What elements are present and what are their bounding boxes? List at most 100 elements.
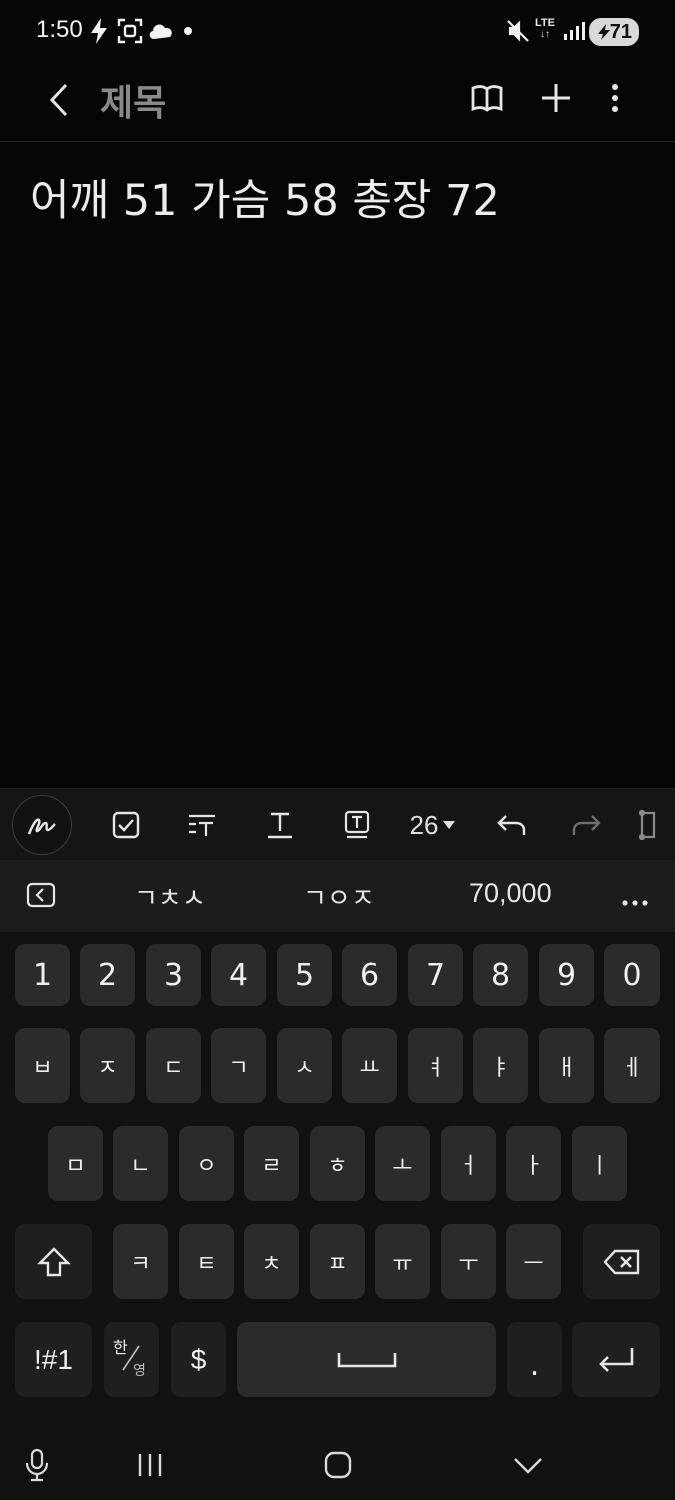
key-jamo[interactable]: ㅓ xyxy=(441,1126,496,1201)
navigation-bar xyxy=(0,1430,675,1500)
key-jamo[interactable]: ㅎ xyxy=(310,1126,365,1201)
space-bar-icon xyxy=(337,1352,396,1367)
undo-button[interactable] xyxy=(481,795,541,855)
key-jamo[interactable]: ㅅ xyxy=(277,1028,332,1103)
chevron-down-icon xyxy=(514,1458,542,1474)
key-jamo[interactable]: ㄱ xyxy=(211,1028,266,1103)
undo-icon xyxy=(497,815,526,835)
key-jamo[interactable]: ㅐ xyxy=(539,1028,594,1103)
key-jamo[interactable]: ㄹ xyxy=(244,1126,299,1201)
currency-key[interactable]: $ xyxy=(171,1322,226,1397)
key-2[interactable]: 2 xyxy=(80,944,135,1006)
key-3[interactable]: 3 xyxy=(146,944,201,1006)
charging-bolt-icon xyxy=(88,16,110,46)
screenshot-icon xyxy=(117,16,143,46)
key-jamo[interactable]: ㅇ xyxy=(179,1126,234,1201)
font-size-button[interactable]: 26 xyxy=(402,795,464,855)
key-jamo[interactable]: ㅁ xyxy=(48,1126,103,1201)
suggestion-item[interactable]: ㄱㅇㅈ xyxy=(303,878,375,915)
key-jamo[interactable]: ㅏ xyxy=(506,1126,561,1201)
more-suggestions-button[interactable] xyxy=(622,892,648,906)
key-0[interactable]: 0 xyxy=(604,944,660,1006)
shift-key[interactable] xyxy=(15,1224,92,1299)
backspace-icon xyxy=(602,1249,639,1274)
key-jamo[interactable]: ㅌ xyxy=(179,1224,234,1299)
data-arrows-icon: ↓↑ xyxy=(539,29,550,40)
more-options-button[interactable] xyxy=(593,76,637,120)
hide-keyboard-button[interactable] xyxy=(503,1442,553,1488)
app-header: 제목 xyxy=(0,62,675,142)
collapse-suggestions-button[interactable] xyxy=(26,882,56,908)
key-jamo[interactable]: ㅑ xyxy=(473,1028,528,1103)
battery-charging-icon xyxy=(598,24,610,40)
key-jamo[interactable]: ㅍ xyxy=(310,1224,365,1299)
paragraph-style-button[interactable] xyxy=(172,795,232,855)
status-bar: 1:50 LTE ↓↑ 71 xyxy=(0,0,675,62)
battery-level: 71 xyxy=(609,20,632,43)
key-jamo[interactable]: ㅗ xyxy=(375,1126,430,1201)
text-box-button[interactable] xyxy=(327,795,387,855)
space-key[interactable] xyxy=(237,1322,496,1397)
checkbox-button[interactable] xyxy=(96,795,156,855)
mute-icon xyxy=(506,16,530,46)
key-jamo[interactable]: ㅕ xyxy=(408,1028,463,1103)
chevron-left-box-icon xyxy=(26,882,56,908)
key-jamo[interactable]: ㅠ xyxy=(375,1224,430,1299)
home-button[interactable] xyxy=(313,1442,363,1488)
key-jamo[interactable]: ㄷ xyxy=(146,1028,201,1103)
suggestion-item[interactable]: ㄱㅊㅅ xyxy=(134,878,206,915)
key-9[interactable]: 9 xyxy=(539,944,594,1006)
key-jamo[interactable]: ㅡ xyxy=(506,1224,561,1299)
key-jamo[interactable]: ㅣ xyxy=(572,1126,627,1201)
keyboard: 1 2 3 4 5 6 7 8 9 0 ㅂ ㅈ ㄷ ㄱ ㅅ ㅛ ㅕ ㅑ ㅐ ㅔ … xyxy=(0,932,675,1500)
key-1[interactable]: 1 xyxy=(15,944,70,1006)
reader-mode-button[interactable] xyxy=(465,76,509,120)
microphone-icon xyxy=(25,1448,49,1482)
enter-key[interactable] xyxy=(572,1322,660,1397)
key-jamo[interactable]: ㅛ xyxy=(342,1028,397,1103)
recent-apps-button[interactable] xyxy=(125,1442,175,1488)
pen-icon xyxy=(27,818,56,835)
notification-dot-icon xyxy=(183,16,193,46)
paragraph-style-icon xyxy=(189,814,215,836)
battery-indicator: 71 xyxy=(589,18,639,46)
add-icon xyxy=(542,84,570,112)
font-size-value: 26 xyxy=(409,809,439,840)
voice-input-button[interactable] xyxy=(12,1442,62,1488)
title-input[interactable]: 제목 xyxy=(100,74,166,126)
key-5[interactable]: 5 xyxy=(277,944,332,1006)
language-toggle-key[interactable]: 한 영 xyxy=(104,1322,159,1397)
redo-button[interactable] xyxy=(557,795,617,855)
cloud-sync-icon xyxy=(147,16,175,46)
key-4[interactable]: 4 xyxy=(211,944,266,1006)
key-jamo[interactable]: ㅔ xyxy=(604,1028,660,1103)
recent-apps-icon xyxy=(138,1454,162,1476)
shift-icon xyxy=(36,1246,71,1276)
pen-mode-button[interactable] xyxy=(12,795,72,855)
add-button[interactable] xyxy=(534,76,578,120)
key-jamo[interactable]: ㅋ xyxy=(113,1224,168,1299)
lte-indicator: LTE ↓↑ xyxy=(535,14,555,44)
note-body-text[interactable]: 어깨 51 가슴 58 총장 72 xyxy=(30,166,500,228)
key-8[interactable]: 8 xyxy=(473,944,528,1006)
more-toolbar-button[interactable] xyxy=(636,795,675,855)
period-key[interactable]: . xyxy=(507,1322,562,1397)
back-icon xyxy=(49,83,68,117)
format-toolbar: 26 xyxy=(0,788,675,860)
back-button[interactable] xyxy=(40,80,80,120)
backspace-key[interactable] xyxy=(583,1224,660,1299)
key-jamo[interactable]: ㅜ xyxy=(441,1224,496,1299)
key-jamo[interactable]: ㅂ xyxy=(15,1028,70,1103)
status-time: 1:50 xyxy=(36,16,83,43)
home-icon xyxy=(324,1451,352,1479)
suggestion-item[interactable]: 70,000 xyxy=(469,878,552,909)
key-jamo[interactable]: ㅊ xyxy=(244,1224,299,1299)
symbols-key[interactable]: !#1 xyxy=(15,1322,92,1397)
key-jamo[interactable]: ㅈ xyxy=(80,1028,135,1103)
key-jamo[interactable]: ㄴ xyxy=(113,1126,168,1201)
key-6[interactable]: 6 xyxy=(342,944,397,1006)
checkbox-icon xyxy=(112,811,140,839)
reader-mode-icon xyxy=(471,85,503,112)
text-style-button[interactable] xyxy=(250,795,310,855)
key-7[interactable]: 7 xyxy=(408,944,463,1006)
